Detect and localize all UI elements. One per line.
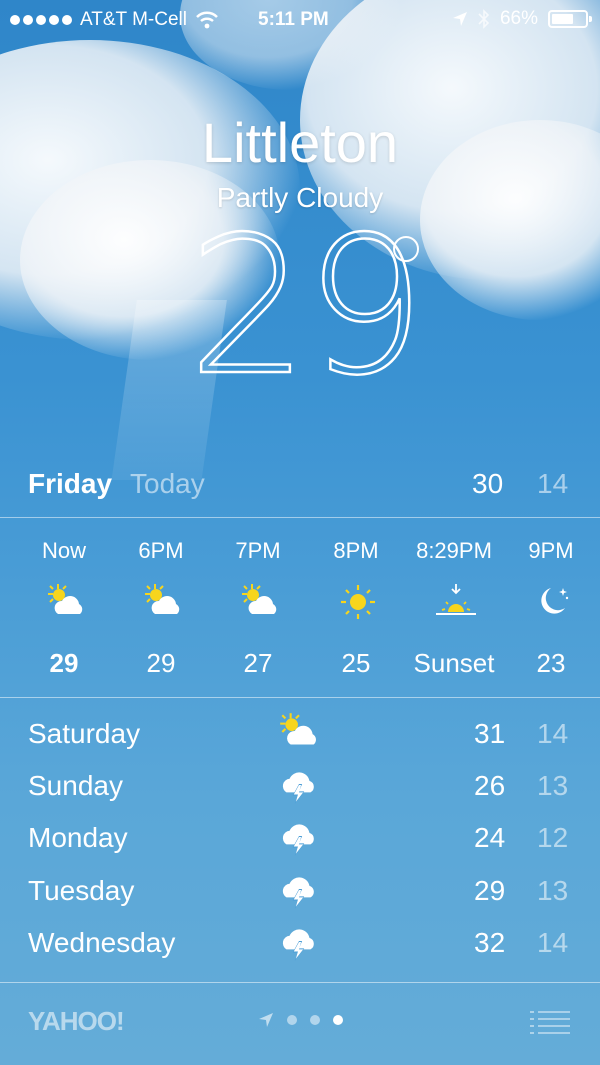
partly-cloudy-icon	[44, 582, 88, 622]
hour-value: 25	[341, 648, 371, 678]
moon-icon	[531, 582, 575, 622]
daily-high: 31	[474, 718, 506, 749]
hour-item: 6PM 29	[113, 520, 209, 696]
sunset-icon	[434, 582, 478, 622]
daily-row: Tuesday 29 13	[0, 865, 600, 917]
daily-day: Saturday	[28, 718, 141, 749]
hour-value: 29	[49, 648, 79, 678]
divider	[0, 697, 600, 698]
partly-cloudy-icon	[276, 710, 322, 754]
daily-row: Saturday 31 14	[0, 708, 600, 760]
hour-value: 29	[146, 648, 176, 678]
thunderstorm-icon	[276, 762, 322, 806]
today-low: 14	[537, 468, 569, 499]
hour-time: Now	[41, 538, 86, 563]
partly-cloudy-icon	[238, 582, 282, 622]
daily-high: 26	[474, 770, 506, 801]
page-dot-current	[333, 1015, 343, 1025]
daily-low: 13	[537, 770, 569, 801]
sun-icon	[336, 582, 380, 622]
city-name: Littleton	[201, 111, 399, 174]
today-label: Today	[130, 468, 205, 499]
daily-day: Wednesday	[28, 927, 176, 958]
today-row: Friday Today 30 14	[0, 466, 600, 516]
hour-value: 27	[243, 648, 273, 678]
partly-cloudy-icon	[141, 582, 185, 622]
wifi-icon	[196, 11, 218, 29]
battery-icon	[548, 10, 592, 28]
hour-item: 8:29PM Sunset	[406, 520, 502, 696]
daily-row: Sunday 26 13	[0, 760, 600, 812]
daily-low: 14	[537, 718, 569, 749]
daily-row: Monday 24 12	[0, 812, 600, 864]
hour-time: 8PM	[333, 538, 379, 563]
hour-item: 8PM 25	[308, 520, 404, 696]
footer-bar: YAHOO!	[0, 982, 600, 1065]
hour-time: 8:29PM	[416, 538, 492, 563]
hourly-forecast[interactable]: Now 29 6PM 29 7PM 27 8PM 25 8:29PM Sunse…	[0, 520, 600, 696]
hour-value: 23	[536, 648, 566, 678]
carrier-label: AT&T M-Cell	[80, 9, 187, 30]
page-dot	[310, 1015, 320, 1025]
hour-time: 6PM	[138, 538, 184, 563]
thunderstorm-icon	[276, 867, 322, 911]
page-dot	[287, 1015, 297, 1025]
yahoo-logo[interactable]: YAHOO!	[28, 1006, 125, 1037]
daily-high: 32	[474, 927, 506, 958]
hour-item: 7PM 27	[210, 520, 306, 696]
divider	[0, 517, 600, 518]
daily-high: 24	[474, 822, 506, 853]
status-time: 5:11 PM	[258, 9, 329, 30]
hour-value: Sunset	[413, 648, 495, 678]
daily-row: Wednesday 32 14	[0, 917, 600, 969]
degree-symbol	[393, 236, 419, 262]
hour-item: Now 29	[16, 520, 112, 696]
today-high: 30	[472, 468, 504, 499]
battery-percent: 66%	[499, 8, 538, 29]
daily-day: Monday	[28, 822, 128, 853]
location-arrow-icon	[452, 12, 467, 26]
thunderstorm-icon	[276, 919, 322, 963]
daily-low: 14	[537, 927, 569, 958]
signal-dots-icon	[10, 15, 72, 25]
hour-item: 9PM 23	[503, 520, 599, 696]
current-temperature: 29	[187, 196, 427, 417]
page-indicator[interactable]	[258, 1012, 343, 1028]
bluetooth-icon	[478, 9, 490, 29]
daily-low: 13	[537, 875, 569, 906]
daily-day: Sunday	[28, 770, 123, 801]
daily-day: Tuesday	[28, 875, 135, 906]
thunderstorm-icon	[276, 814, 322, 858]
today-day: Friday	[28, 468, 113, 499]
hour-time: 7PM	[235, 538, 281, 563]
list-menu-icon[interactable]	[530, 1010, 570, 1036]
daily-high: 29	[474, 875, 506, 906]
location-arrow-icon	[259, 1013, 273, 1027]
hour-time: 9PM	[528, 538, 574, 563]
status-bar: AT&T M-Cell 5:11 PM 66%	[0, 0, 600, 40]
daily-low: 12	[537, 822, 569, 853]
